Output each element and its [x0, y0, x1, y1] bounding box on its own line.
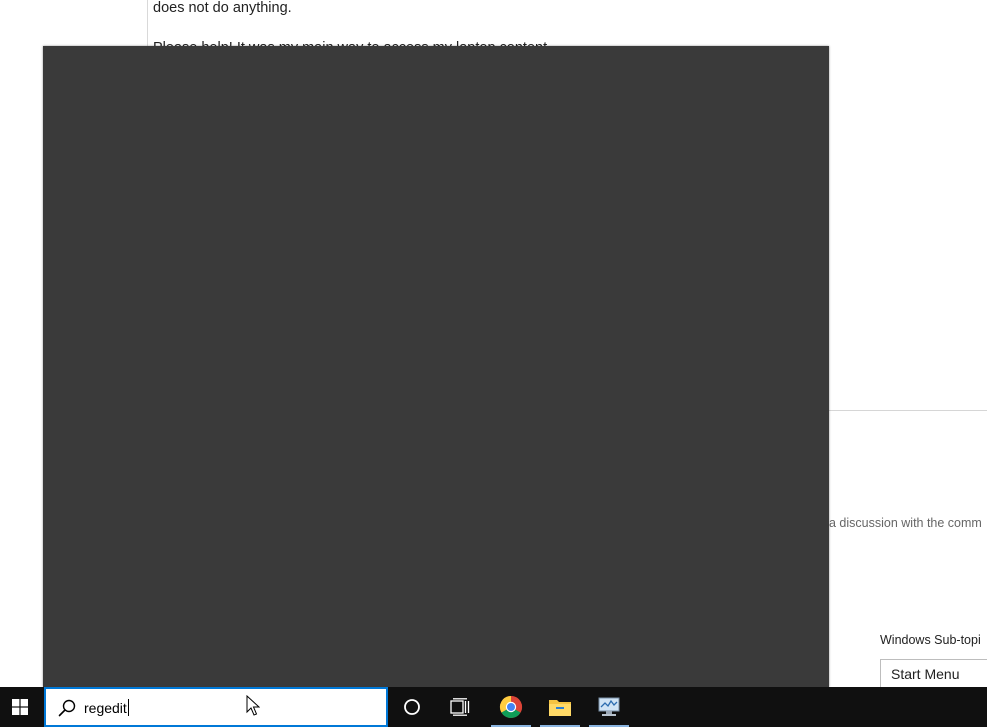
- search-flyout-panel: [43, 46, 829, 687]
- search-input[interactable]: regedit: [84, 699, 129, 717]
- subtopic-select[interactable]: Start Menu: [880, 659, 987, 689]
- search-query-text: regedit: [84, 700, 127, 716]
- mouse-cursor-icon: [246, 695, 260, 716]
- cortana-icon: [404, 699, 420, 715]
- cortana-button[interactable]: [388, 687, 436, 727]
- chrome-icon: [499, 696, 523, 719]
- start-button[interactable]: [0, 687, 43, 727]
- task-view-button[interactable]: [436, 687, 484, 727]
- resource-monitor-icon: [598, 697, 620, 716]
- content-border: [147, 0, 148, 48]
- post-paragraph: does not do anything.: [153, 0, 292, 16]
- chrome-taskbar-button[interactable]: [487, 687, 535, 727]
- text-caret: [127, 699, 129, 716]
- taskbar: regedit: [0, 687, 987, 727]
- discussion-text: a discussion with the comm: [829, 516, 982, 530]
- section-divider: [828, 410, 987, 411]
- file-explorer-taskbar-button[interactable]: [536, 687, 584, 727]
- file-explorer-icon: [549, 700, 571, 716]
- search-icon: [58, 699, 76, 717]
- subtopic-label: Windows Sub-topi: [880, 633, 981, 647]
- task-view-icon: [450, 698, 470, 716]
- resource-monitor-taskbar-button[interactable]: [585, 687, 633, 727]
- windows-logo-icon: [12, 699, 28, 715]
- taskbar-search-box[interactable]: regedit: [44, 687, 388, 727]
